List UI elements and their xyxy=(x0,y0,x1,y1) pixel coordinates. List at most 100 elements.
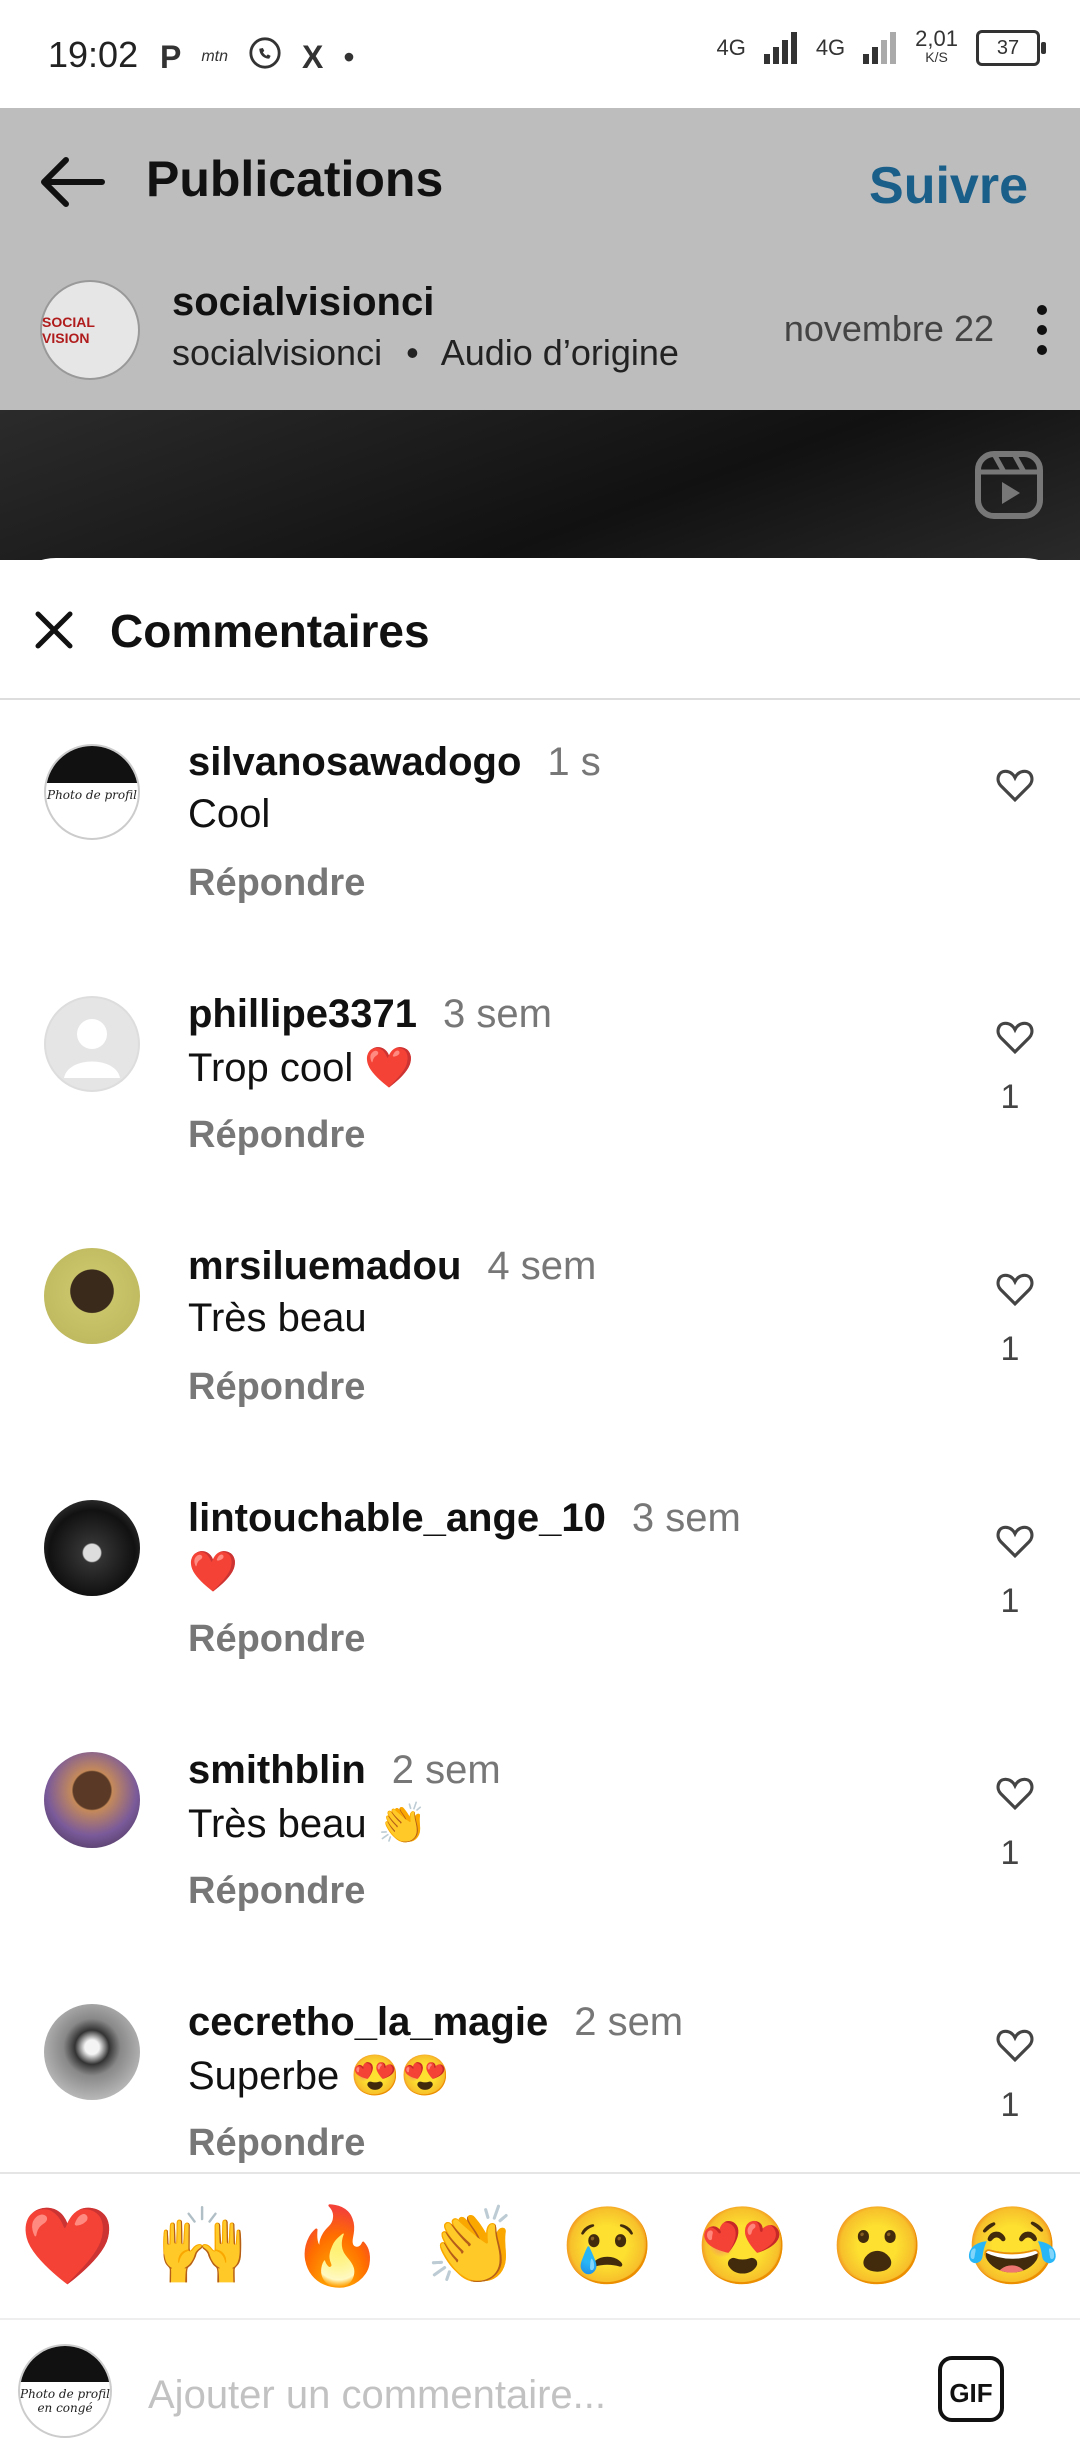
comment-user-line: lintouchable_ange_10 3 sem xyxy=(188,1496,741,1541)
comment-text: Très beau xyxy=(188,1296,367,1340)
author-subtitle: socialvisionci • Audio d’origine xyxy=(172,332,679,374)
sheet-title: Commentaires xyxy=(110,605,430,657)
reaction-laugh[interactable]: 😂 xyxy=(965,2209,1060,2285)
status-time: 19:02 xyxy=(48,34,139,75)
comment-time: 1 s xyxy=(547,740,601,784)
like-count: 1 xyxy=(1000,1330,1020,1368)
comment-time: 3 sem xyxy=(442,992,552,1036)
battery-icon: 37 xyxy=(976,30,1046,66)
reels-icon xyxy=(975,451,1043,519)
comment-text: Cool xyxy=(188,792,271,836)
comment-username[interactable]: lintouchable_ange_10 xyxy=(188,1496,606,1540)
comment-item: Photo de profil silvanosawadogo 1 s Cool … xyxy=(0,740,1080,992)
comment-username[interactable]: smithblin xyxy=(188,1748,366,1792)
comment-username[interactable]: cecretho_la_magie xyxy=(188,2000,548,2044)
comment-text: Très beau 👏 xyxy=(188,1802,428,1846)
reaction-fire[interactable]: 🔥 xyxy=(290,2209,385,2285)
reaction-clap[interactable]: 👏 xyxy=(425,2209,520,2285)
post-date: novembre 22 xyxy=(783,308,994,349)
like-count: 1 xyxy=(1000,1834,1020,1872)
heart-icon[interactable] xyxy=(996,1018,1034,1054)
avatar: Photo de profil en congé xyxy=(18,2344,112,2438)
comment-text: Trop cool ❤️ xyxy=(188,1046,415,1090)
reaction-heart[interactable]: ❤️ xyxy=(20,2209,115,2285)
avatar[interactable]: Photo de profil xyxy=(44,744,140,840)
avatar[interactable] xyxy=(44,1500,140,1596)
reaction-heart-eyes[interactable]: 😍 xyxy=(695,2209,790,2285)
author-subtitle-user[interactable]: socialvisionci xyxy=(172,332,382,373)
back-arrow-icon[interactable] xyxy=(36,152,106,212)
like-count: 1 xyxy=(1000,1078,1020,1116)
like-count: 1 xyxy=(1000,1582,1020,1620)
system-icons: 4G 4G 2,01 K/S 37 xyxy=(716,26,1046,66)
speed-unit: K/S xyxy=(925,49,948,65)
comment-input[interactable] xyxy=(146,2366,910,2424)
avatar[interactable] xyxy=(44,1752,140,1848)
heart-icon[interactable] xyxy=(996,1774,1034,1810)
network-2-label: 4G xyxy=(815,35,846,60)
dot-icon: • xyxy=(343,38,355,75)
comment-user-line: silvanosawadogo 1 s xyxy=(188,740,601,785)
comment-text: Superbe 😍😍 xyxy=(188,2054,450,2098)
network-1-label: 4G xyxy=(716,35,746,60)
author-avatar[interactable]: SOCIAL VISION xyxy=(40,280,140,380)
status-bar: 19:02 P mtn X • 4G 4G 2,01 K/S 37 xyxy=(0,0,1080,108)
top-app-bar: Publications Suivre xyxy=(0,108,1080,258)
comment-time: 4 sem xyxy=(487,1244,597,1288)
mtn-icon: mtn xyxy=(201,48,229,65)
reply-button[interactable]: Répondre xyxy=(188,1870,365,1913)
avatar[interactable] xyxy=(44,1248,140,1344)
close-icon[interactable] xyxy=(30,606,78,654)
author-username[interactable]: socialvisionci xyxy=(172,280,434,325)
comment-time: 2 sem xyxy=(574,2000,684,2044)
reply-button[interactable]: Répondre xyxy=(188,1114,365,1157)
speed-value: 2,01 xyxy=(915,26,958,51)
x-icon: X xyxy=(302,38,324,75)
avatar[interactable] xyxy=(44,2004,140,2100)
gif-button[interactable]: GIF xyxy=(938,2356,1004,2422)
reaction-sad[interactable]: 😢 xyxy=(560,2209,655,2285)
heart-icon[interactable] xyxy=(996,1522,1034,1558)
heart-icon[interactable] xyxy=(996,2026,1034,2062)
reply-button[interactable]: Répondre xyxy=(188,862,365,905)
my-avatar-text: Photo de profil en congé xyxy=(20,2387,110,2416)
quick-reaction-bar: ❤️ 🙌 🔥 👏 😢 😍 😮 😂 xyxy=(0,2172,1080,2320)
comment-item: smithblin 2 sem Très beau 👏 Répondre 1 xyxy=(0,1748,1080,2000)
comment-user-line: smithblin 2 sem xyxy=(188,1748,501,1793)
comment-username[interactable]: mrsiluemadou xyxy=(188,1244,461,1288)
post-video[interactable] xyxy=(0,410,1080,560)
comment-item: mrsiluemadou 4 sem Très beau Répondre 1 xyxy=(0,1244,1080,1496)
heart-icon[interactable] xyxy=(996,766,1034,802)
comment-time: 3 sem xyxy=(631,1496,741,1540)
comment-username[interactable]: phillipe3371 xyxy=(188,992,417,1036)
background-post-screen: Publications Suivre SOCIAL VISION social… xyxy=(0,108,1080,560)
comment-item: lintouchable_ange_10 3 sem ❤️ Répondre 1 xyxy=(0,1496,1080,1748)
notification-icons: P mtn X • xyxy=(160,36,355,78)
comment-user-line: cecretho_la_magie 2 sem xyxy=(188,2000,683,2045)
comment-time: 2 sem xyxy=(391,1748,501,1792)
follow-button[interactable]: Suivre xyxy=(869,156,1028,216)
comment-username[interactable]: silvanosawadogo xyxy=(188,740,521,784)
comment-item: phillipe3371 3 sem Trop cool ❤️ Répondre … xyxy=(0,992,1080,1244)
reaction-wow[interactable]: 😮 xyxy=(830,2209,925,2285)
separator-dot: • xyxy=(406,332,419,373)
reply-button[interactable]: Répondre xyxy=(188,1366,365,1409)
sheet-header: Commentaires xyxy=(0,558,1080,700)
comment-text: ❤️ xyxy=(188,1550,238,1594)
whatsapp-icon xyxy=(248,36,282,78)
avatar[interactable] xyxy=(44,996,140,1092)
signal-1-icon xyxy=(763,32,797,64)
reply-button[interactable]: Répondre xyxy=(188,2122,365,2165)
signal-2-icon xyxy=(863,32,897,64)
page-title: Publications xyxy=(146,151,444,207)
audio-label[interactable]: Audio d’origine xyxy=(441,332,679,373)
reply-button[interactable]: Répondre xyxy=(188,1618,365,1661)
reaction-raised-hands[interactable]: 🙌 xyxy=(155,2209,250,2285)
comment-user-line: mrsiluemadou 4 sem xyxy=(188,1244,596,1289)
like-count: 1 xyxy=(1000,2086,1020,2124)
comment-user-line: phillipe3371 3 sem xyxy=(188,992,552,1037)
heart-icon[interactable] xyxy=(996,1270,1034,1306)
post-author-row: SOCIAL VISION socialvisionci socialvisio… xyxy=(0,268,1080,380)
p-app-icon: P xyxy=(160,38,182,75)
more-options-icon[interactable] xyxy=(1034,302,1050,358)
